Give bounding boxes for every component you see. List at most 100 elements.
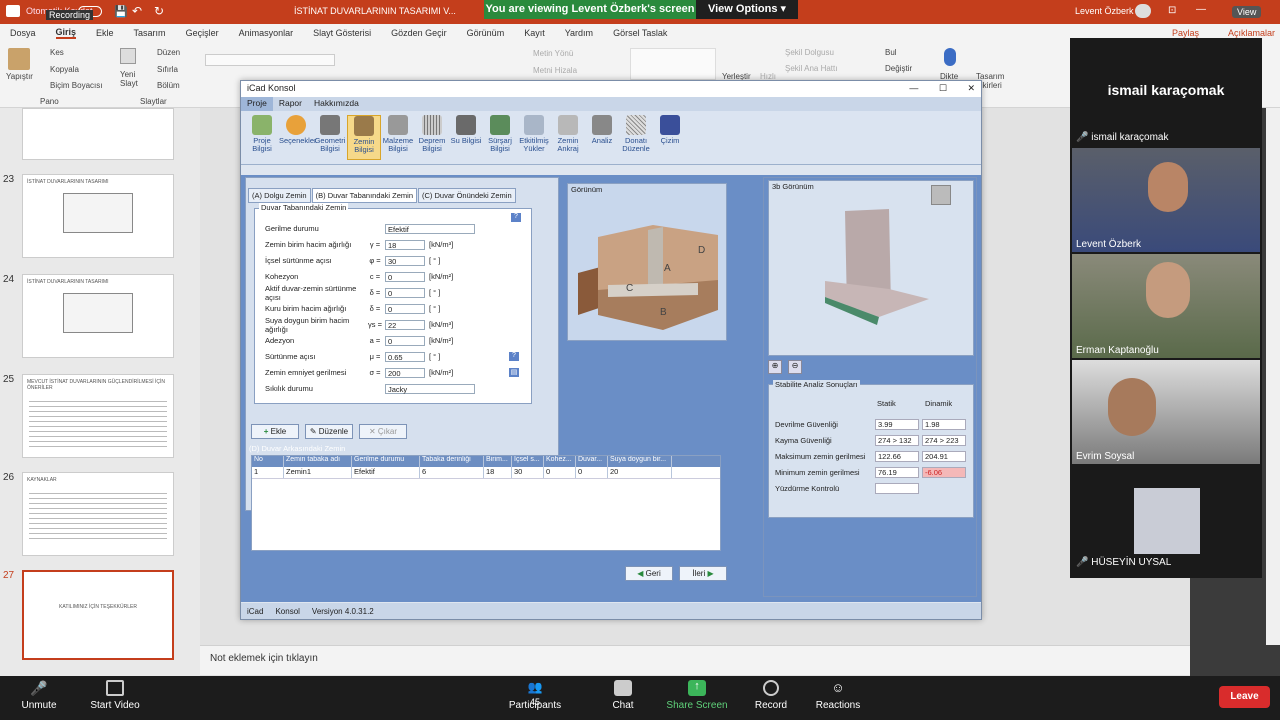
reset-button[interactable]: Sıfırla xyxy=(157,65,178,74)
notes-pane[interactable]: Not eklemek için tıklayın xyxy=(200,645,1190,675)
tab-transitions[interactable]: Geçişler xyxy=(186,28,219,38)
column-header[interactable]: İçsel s... xyxy=(512,456,544,467)
shapes-gallery[interactable] xyxy=(630,48,716,80)
column-header[interactable]: Tabaka derinliği xyxy=(420,456,484,467)
view-options-button[interactable]: View Options ▾ xyxy=(696,0,798,19)
column-header[interactable]: Suya doygun bir... xyxy=(608,456,672,467)
find-button[interactable]: Bul xyxy=(885,48,897,57)
tool-drawing[interactable]: Çizim xyxy=(653,115,687,160)
tool-analysis[interactable]: Analiz xyxy=(585,115,619,160)
menu-about[interactable]: Hakkımızda xyxy=(308,97,365,111)
chat-button[interactable]: Chat xyxy=(588,680,658,711)
column-header[interactable]: Birim... xyxy=(484,456,512,467)
slide-thumbnail-25[interactable]: MEVCUT İSTİNAT DUVARLARININ GÜÇLENDİRİLM… xyxy=(22,374,174,458)
new-slide-button[interactable]: Yeni Slayt xyxy=(120,70,142,88)
video-tile[interactable]: Levent Özberk xyxy=(1072,148,1260,252)
text-direction-button[interactable]: Metin Yönü xyxy=(533,49,573,58)
tab-insert[interactable]: Ekle xyxy=(96,28,114,38)
menu-project[interactable]: Proje xyxy=(241,97,273,111)
ribbon-display-icon[interactable]: ⊡ xyxy=(1168,5,1176,16)
tool-rebar[interactable]: Donatı Düzenle xyxy=(619,115,653,160)
paste-button[interactable]: Yapıştır xyxy=(6,72,33,81)
format-painter-button[interactable]: Biçim Boyacısı xyxy=(50,81,102,90)
column-header[interactable]: Zemin tabaka adı xyxy=(284,456,352,467)
video-tile[interactable]: 🎤 HÜSEYİN UYSAL xyxy=(1072,466,1260,570)
zoom-out-icon[interactable]: ⊖ xyxy=(788,360,802,374)
unit-weight-input[interactable]: 18 xyxy=(385,239,425,250)
calc-icon[interactable]: ▤ xyxy=(509,368,519,377)
align-text-button[interactable]: Metni Hizala xyxy=(533,66,577,75)
edit-button[interactable]: ✎ Düzenle xyxy=(305,424,353,439)
add-button[interactable]: + Ekle xyxy=(251,424,299,439)
column-header[interactable]: Kohez... xyxy=(544,456,576,467)
reactions-button[interactable]: ☺ Reactions xyxy=(803,680,873,711)
copy-button[interactable]: Kopyala xyxy=(50,65,79,74)
zoom-in-icon[interactable]: ⊕ xyxy=(768,360,782,374)
menu-report[interactable]: Rapor xyxy=(273,97,308,111)
back-button[interactable]: ◀ Geri xyxy=(625,566,673,581)
vertical-scrollbar[interactable] xyxy=(1266,108,1280,645)
tab-help[interactable]: Yardım xyxy=(565,28,593,38)
tool-geometry[interactable]: Geometri Bilgisi xyxy=(313,115,347,160)
wall-friction-input[interactable]: 0 xyxy=(385,287,425,298)
section-button[interactable]: Bölüm xyxy=(157,81,180,90)
friction-input[interactable]: 0.65 xyxy=(385,351,425,362)
slide-thumbnail[interactable] xyxy=(22,108,174,160)
tab-view[interactable]: Görünüm xyxy=(467,28,505,38)
participants-button[interactable]: 👥 45 Participants xyxy=(500,680,570,711)
tool-options[interactable]: Seçenekler xyxy=(279,115,317,160)
unmute-button[interactable]: 🎤 Unmute xyxy=(4,680,74,711)
paste-icon[interactable] xyxy=(8,48,30,70)
density-state-select[interactable]: Jacky xyxy=(385,383,475,394)
redo-icon[interactable]: ↻ xyxy=(154,4,164,18)
save-icon[interactable]: 💾 xyxy=(114,5,128,18)
undo-icon[interactable]: ↶ xyxy=(132,4,142,18)
dry-unit-weight-input[interactable]: 0 xyxy=(385,303,425,314)
tab-fill-soil[interactable]: (A) Dolgu Zemin xyxy=(248,188,311,203)
stress-state-select[interactable]: Efektif xyxy=(385,223,475,234)
tool-material[interactable]: Malzeme Bilgisi xyxy=(381,115,415,160)
tool-earthquake[interactable]: Deprem Bilgisi xyxy=(415,115,449,160)
tool-surcharge[interactable]: Sürşarj Bilgisi xyxy=(483,115,517,160)
tool-loads[interactable]: Etkitilmiş Yükler xyxy=(517,115,551,160)
tab-design[interactable]: Tasarım xyxy=(134,28,166,38)
table-row[interactable]: 1 Zemin1 Efektif 6 18 30 0 0 20 xyxy=(252,467,720,479)
new-slide-icon[interactable] xyxy=(120,48,136,64)
column-header[interactable]: No xyxy=(252,456,284,467)
account-name[interactable]: Levent Özberk xyxy=(1075,6,1134,16)
video-tile[interactable]: Evrim Soysal xyxy=(1072,360,1260,464)
help-icon[interactable]: ? xyxy=(511,213,521,222)
help-icon[interactable]: ? xyxy=(509,352,519,361)
remove-button[interactable]: ✕ Çıkar xyxy=(359,424,407,439)
tab-slideshow[interactable]: Slayt Gösterisi xyxy=(313,28,371,38)
tab-base-soil[interactable]: (B) Duvar Tabanındaki Zemin xyxy=(311,188,418,203)
tab-front-soil[interactable]: (C) Duvar Önündeki Zemin xyxy=(418,188,516,203)
share-button[interactable]: Paylaş xyxy=(1172,28,1199,38)
microphone-icon[interactable] xyxy=(944,48,956,66)
bearing-capacity-input[interactable]: 200 xyxy=(385,367,425,378)
replace-button[interactable]: Değiştir xyxy=(885,64,912,73)
view-button[interactable]: View xyxy=(1232,6,1262,18)
column-header[interactable]: Duvar... xyxy=(576,456,608,467)
tab-file[interactable]: Dosya xyxy=(10,28,36,38)
shape-outline-button[interactable]: Şekil Ana Hattı xyxy=(785,64,837,73)
slide-thumbnail-26[interactable]: KAYNAKLAR xyxy=(22,472,174,556)
tab-record[interactable]: Kayıt xyxy=(524,28,545,38)
tool-anchor[interactable]: Zemin Ankraj xyxy=(551,115,585,160)
slide-thumbnail-27[interactable]: KATILIMINIZ İÇİN TEŞEKKÜRLER xyxy=(22,570,174,660)
tab-review[interactable]: Gözden Geçir xyxy=(391,28,447,38)
shape-fill-button[interactable]: Şekil Dolgusu xyxy=(785,48,834,57)
slide-thumbnail-24[interactable]: İSTİNAT DUVARLARININ TASARIMI xyxy=(22,274,174,358)
record-button[interactable]: Record xyxy=(736,680,806,711)
minimize-icon[interactable]: — xyxy=(909,83,918,93)
tab-sketch[interactable]: Görsel Taslak xyxy=(613,28,667,38)
tool-soil[interactable]: Zemin Bilgisi xyxy=(347,115,381,160)
tool-water[interactable]: Su Bilgisi xyxy=(449,115,483,160)
maximize-icon[interactable]: ☐ xyxy=(939,83,947,93)
tool-project-info[interactable]: Proje Bilgisi xyxy=(245,115,279,160)
slide-thumbnail-23[interactable]: İSTİNAT DUVARLARININ TASARIMI xyxy=(22,174,174,258)
font-family-select[interactable] xyxy=(205,54,335,66)
tab-home[interactable]: Giriş xyxy=(55,27,77,39)
column-header[interactable]: Gerilme durumu xyxy=(352,456,420,467)
next-button[interactable]: İleri ▶ xyxy=(679,566,727,581)
